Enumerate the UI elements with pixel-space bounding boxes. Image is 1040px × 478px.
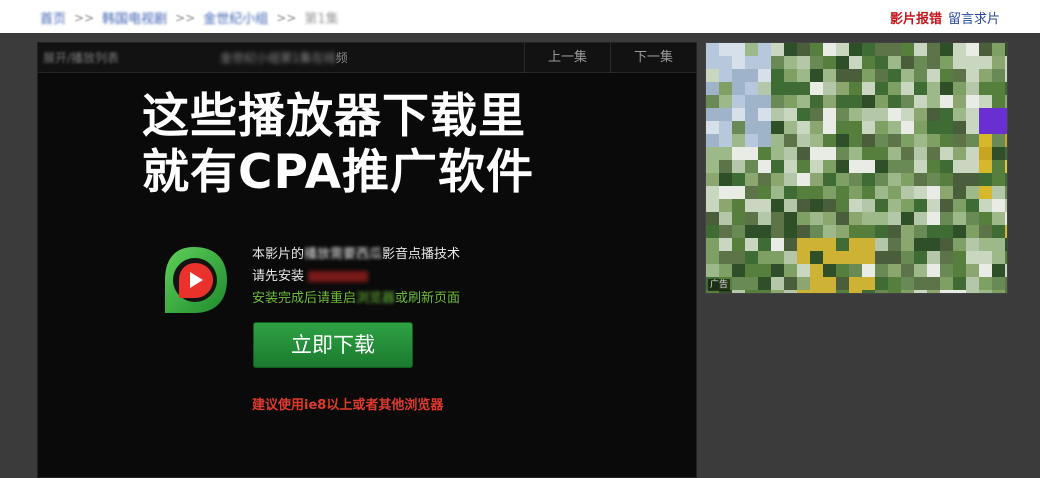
annotation-overlay: 这些播放器下载里 就有CPA推广软件 (142, 89, 534, 201)
breadcrumb-show[interactable]: 金世纪小组 (203, 8, 268, 27)
install-line-3: 安装完成后请重启浏览器或刷新页面 (252, 288, 460, 310)
player-title: 金世纪小组第1集在线频 (220, 49, 348, 66)
install-line-1-blur: 播放需要西瓜 (304, 247, 383, 262)
breadcrumb-separator: >> (276, 10, 297, 25)
player-title-suffix: 频 (335, 51, 348, 65)
browser-tip: 建议使用ie8以上或者其他浏览器 (252, 398, 444, 413)
redacted-software-name (308, 271, 369, 282)
install-line-3-blur: 浏览器 (356, 291, 396, 306)
install-info: 本影片的播放需要西瓜影音点播技术 请先安装 安装完成后请重启浏览器或刷新页面 (252, 244, 460, 310)
annotation-line-2: 就有CPA推广软件 (142, 145, 534, 200)
annotation-line-1: 这些播放器下载里 (142, 89, 526, 144)
player-title-blurred: 金世纪小组第1集在线 (220, 51, 336, 65)
breadcrumb: 首页 >> 韩国电视剧 >> 金世纪小组 >> 第1集 (40, 8, 339, 28)
player-header: 展开/播放列表 金世纪小组第1集在线频 上一集 下一集 (38, 43, 696, 73)
breadcrumb-home[interactable]: 首页 (40, 8, 66, 27)
player-logo-icon (157, 243, 231, 317)
video-player: 展开/播放列表 金世纪小组第1集在线频 上一集 下一集 这些播放器下载里 就有C… (37, 42, 697, 478)
ad-mosaic-image[interactable] (706, 43, 1008, 294)
breadcrumb-separator: >> (175, 10, 196, 25)
install-line-2-text: 请先安装 (252, 269, 305, 284)
top-links: 影片报错 留言求片 (890, 8, 1000, 27)
install-line-3-start: 安装完成后请重启 (252, 291, 357, 306)
breadcrumb-category[interactable]: 韩国电视剧 (102, 8, 167, 27)
install-line-1: 本影片的播放需要西瓜影音点播技术 (252, 244, 460, 266)
install-line-3-tail: 或刷新页面 (395, 291, 461, 306)
prev-episode-button[interactable]: 上一集 (524, 43, 610, 73)
ad-label: 广告 (708, 279, 731, 291)
report-error-link[interactable]: 影片报错 (890, 8, 942, 27)
playlist-toggle[interactable]: 展开/播放列表 (43, 49, 119, 66)
install-line-2: 请先安装 (252, 266, 460, 288)
download-now-button[interactable]: 立即下载 (253, 322, 413, 368)
breadcrumb-separator: >> (74, 10, 95, 25)
install-line-1-tail: 影音点播技术 (382, 247, 461, 262)
request-movie-link[interactable]: 留言求片 (948, 8, 1000, 27)
ad-banner[interactable]: 广告 (705, 42, 1008, 294)
next-episode-button[interactable]: 下一集 (610, 43, 696, 73)
breadcrumb-episode: 第1集 (304, 12, 339, 27)
top-bar: 首页 >> 韩国电视剧 >> 金世纪小组 >> 第1集 影片报错 留言求片 (0, 0, 1040, 33)
install-line-1-start: 本影片的 (252, 247, 305, 262)
